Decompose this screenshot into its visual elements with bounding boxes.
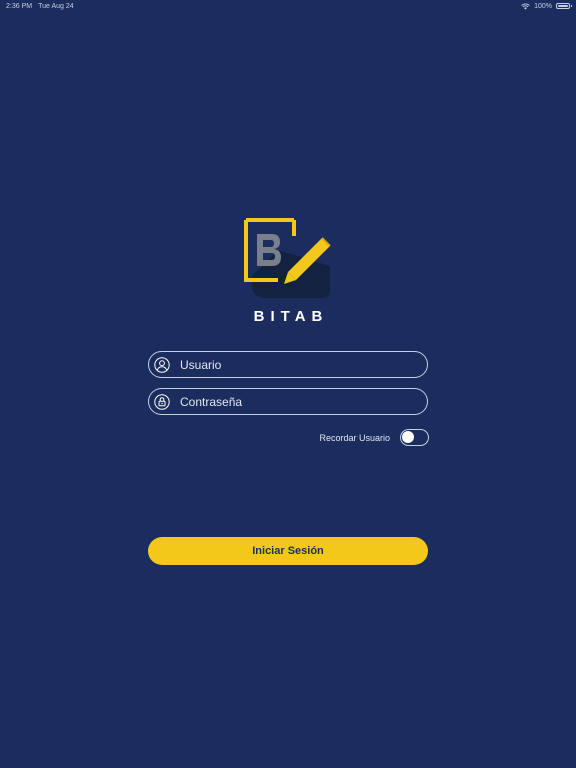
status-date: Tue Aug 24 bbox=[38, 2, 74, 10]
username-field[interactable] bbox=[148, 351, 428, 378]
status-bar: 2:36 PM Tue Aug 24 100% bbox=[0, 0, 576, 12]
password-input[interactable] bbox=[180, 394, 410, 409]
app-logo bbox=[238, 214, 338, 304]
app-name: BITAB bbox=[253, 308, 329, 325]
password-field[interactable] bbox=[148, 388, 428, 415]
toggle-knob bbox=[402, 431, 414, 443]
wifi-icon bbox=[521, 3, 530, 9]
username-input[interactable] bbox=[180, 357, 410, 372]
status-right: 100% bbox=[521, 2, 572, 10]
status-time: 2:36 PM bbox=[6, 2, 33, 10]
lock-circle-icon bbox=[154, 393, 170, 410]
remember-user-toggle[interactable] bbox=[400, 429, 429, 446]
status-left: 2:36 PM Tue Aug 24 bbox=[6, 3, 74, 10]
logo-mark-icon bbox=[244, 218, 331, 298]
battery-percent: 100% bbox=[534, 2, 552, 10]
user-circle-icon bbox=[154, 356, 170, 373]
remember-user-label: Recordar Usuario bbox=[319, 432, 390, 443]
remember-user-row: Recordar Usuario bbox=[319, 429, 429, 446]
login-button[interactable]: Iniciar Sesión bbox=[148, 537, 428, 565]
battery-icon bbox=[556, 3, 572, 9]
